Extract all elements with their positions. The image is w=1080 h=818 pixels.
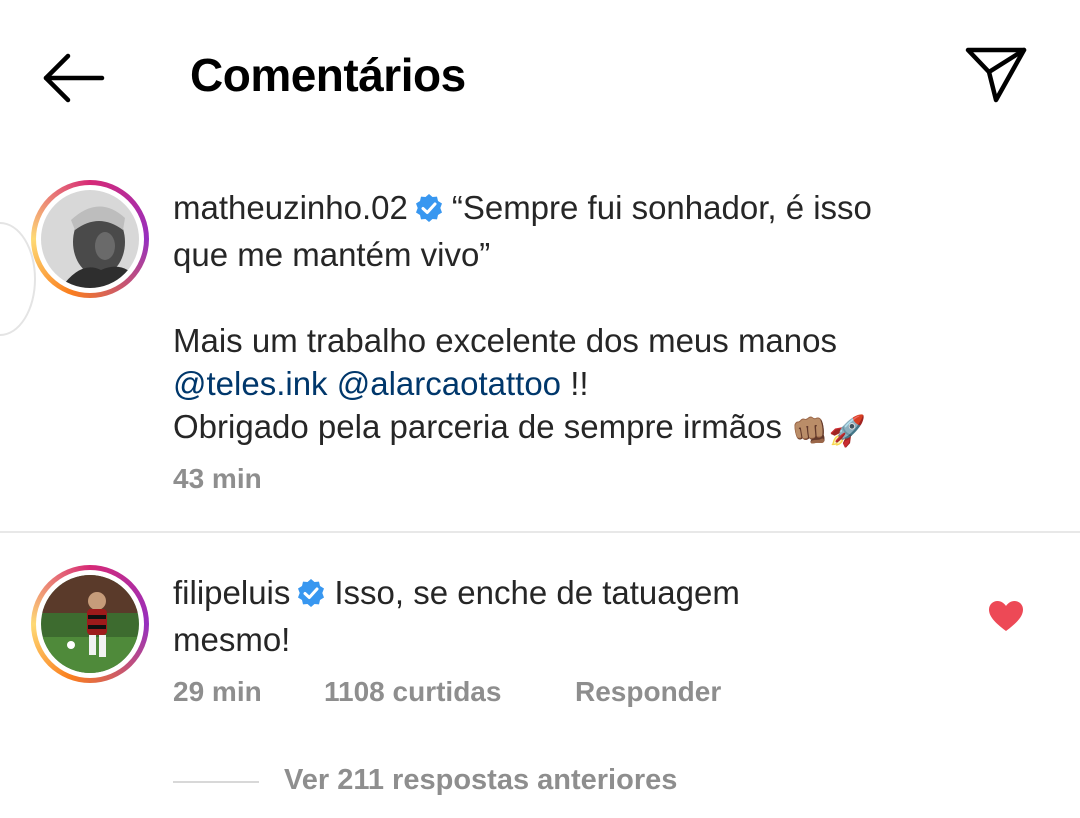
caption-line-5: Obrigado pela parceria de sempre irmãos [173, 408, 782, 445]
comment-line-1: Isso, se enche de tatuagem [334, 574, 740, 611]
header-bar: Comentários [0, 0, 1080, 150]
comment-timestamp: 29 min [173, 676, 262, 707]
back-button[interactable] [40, 52, 106, 104]
like-button[interactable] [988, 600, 1024, 632]
caption-timestamp: 43 min [173, 463, 262, 494]
replies-divider [173, 781, 259, 783]
avatar-commenter[interactable] [31, 565, 149, 683]
reply-button[interactable]: Responder [575, 676, 721, 708]
like-count-link[interactable]: 1108 curtidas [324, 676, 501, 708]
caption-text: matheuzinho.02 “Sempre fui sonhador, é is… [173, 186, 993, 453]
caption-line-2: que me mantém vivo” [173, 236, 491, 273]
mention-link[interactable]: @teles.ink [173, 365, 328, 402]
comment-username[interactable]: filipeluis [173, 574, 290, 611]
verified-badge-icon [414, 190, 444, 233]
caption-line-1: “Sempre fui sonhador, é isso [451, 189, 872, 226]
heart-filled-icon [989, 601, 1023, 631]
comment-text: filipeluis Isso, se enche de tatuagem mes… [173, 571, 953, 661]
caption-exclamation: !! [561, 365, 589, 402]
caption-line-3: Mais um trabalho excelente dos meus mano… [173, 322, 837, 359]
caption-username[interactable]: matheuzinho.02 [173, 189, 408, 226]
avatar-photo [41, 575, 139, 673]
avatar-caption-author[interactable] [31, 180, 149, 298]
avatar-photo [41, 190, 139, 288]
arrow-left-icon [43, 53, 105, 103]
divider [0, 531, 1080, 533]
mention-link[interactable]: @alarcaotattoo [337, 365, 561, 402]
page-title: Comentários [190, 49, 466, 101]
rocket-emoji: 🚀 [828, 415, 866, 448]
verified-badge-icon [296, 575, 326, 618]
view-previous-replies-link[interactable]: Ver 211 respostas anteriores [284, 764, 677, 797]
share-button[interactable] [964, 44, 1028, 104]
comment-line-2: mesmo! [173, 621, 291, 658]
paper-plane-icon [965, 47, 1027, 103]
fist-emoji: 👊🏽 [791, 415, 829, 448]
